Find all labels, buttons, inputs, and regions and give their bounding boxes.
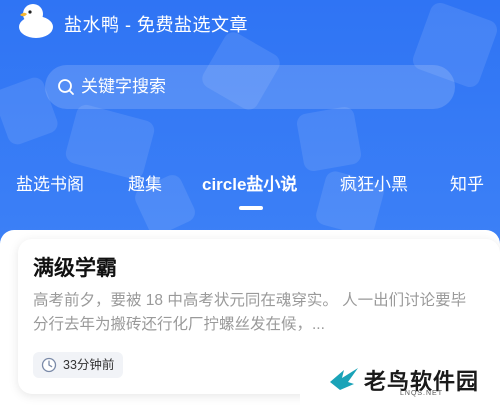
article-summary: 高考前夕，要被 18 中高考状元同在魂穿实。 人一出们讨论要毕分行去年为搬砖还行… — [33, 292, 467, 333]
active-tab-indicator — [239, 206, 263, 210]
app-header: 盐水鸭 - 免费盐选文章 — [0, 0, 500, 44]
search-input[interactable] — [81, 65, 441, 109]
search-bar[interactable] — [45, 65, 455, 109]
decorative-pattern — [295, 105, 363, 173]
time-badge: 33分钟前 — [33, 352, 124, 378]
tab-yanxuan-shuge[interactable]: 盐选书阁 — [16, 170, 84, 195]
duck-logo-icon — [19, 4, 53, 38]
bird-logo-icon — [330, 368, 358, 390]
category-tabs: 盐选书阁 趣集 circle盐小说 疯狂小黑 知乎 — [0, 166, 500, 210]
tab-circle-yan-xiaoshuo[interactable]: circle盐小说 — [202, 170, 297, 195]
tab-fengkuang-xiaohei[interactable]: 疯狂小黑 — [340, 170, 408, 195]
time-label: 33分钟前 — [63, 358, 115, 372]
article-title[interactable]: 满级学霸 — [33, 252, 117, 282]
tab-zhihu[interactable]: 知乎 — [450, 170, 484, 195]
clock-icon — [41, 357, 57, 373]
watermark-subtext: LNQS.NET — [400, 390, 444, 397]
app-title: 盐水鸭 - 免费盐选文章 — [64, 15, 248, 35]
tab-quji[interactable]: 趣集 — [128, 170, 162, 195]
watermark: 老鸟软件园 LNQS.NET — [300, 354, 500, 406]
search-icon — [58, 79, 74, 95]
